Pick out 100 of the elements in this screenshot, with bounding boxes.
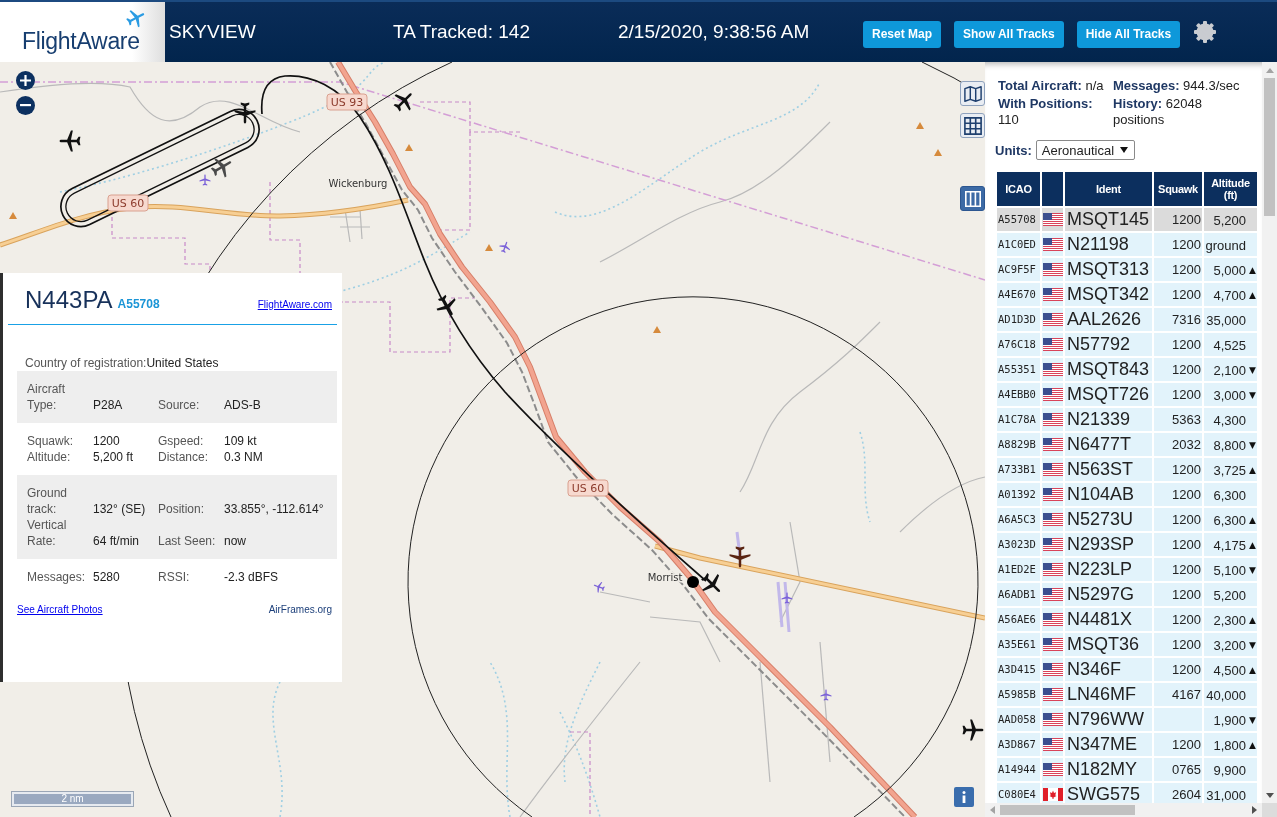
website-link[interactable]: FlightAware.com	[257, 299, 332, 310]
logo[interactable]: FlightAware	[0, 2, 165, 62]
table-cell: A76C18	[997, 333, 1040, 356]
table-row[interactable]: A4E670 MSQT342 1200 4,700 ▲	[997, 283, 1257, 306]
field-label: Altitude:	[27, 449, 72, 465]
table-cell: A55708	[997, 208, 1040, 231]
scale-bar: 2 nm	[12, 792, 133, 806]
trend-arrow: ▼	[1248, 366, 1256, 376]
flag-icon	[1042, 363, 1063, 376]
table-row[interactable]: A3023D N293SP 1200 4,175 ▲	[997, 533, 1257, 556]
flag-icon	[1042, 688, 1063, 701]
flag-icon	[1042, 213, 1063, 226]
table-row[interactable]: A3D867 N347ME 1200 1,800 ▲	[997, 733, 1257, 756]
app-title: SKYVIEW	[169, 21, 257, 43]
table-row[interactable]: A55708 MSQT145 1200 5,200	[997, 208, 1257, 231]
table-row[interactable]: A1C78A N21339 5363 4,300	[997, 408, 1257, 431]
road-sign: US 60	[567, 479, 609, 497]
table-cell: 1200	[1154, 633, 1202, 656]
table-row[interactable]: A56AE6 N4481X 1200 2,300 ▲	[997, 608, 1257, 631]
column-header[interactable]: Ident	[1065, 172, 1152, 206]
table-row[interactable]: A76C18 N57792 1200 4,525	[997, 333, 1257, 356]
table-cell: MSQT145	[1065, 208, 1152, 231]
field-value: 5280	[93, 569, 121, 585]
column-header[interactable]: Altitude (ft)	[1204, 172, 1257, 206]
trend-arrow: ▲	[1248, 291, 1256, 301]
table-cell: MSQT313	[1065, 258, 1152, 281]
table-cell: 2032	[1154, 433, 1202, 456]
airplane-icon[interactable]	[59, 130, 81, 152]
table-cell: A35E61	[997, 633, 1040, 656]
table-row[interactable]: A6A5C3 N5273U 1200 6,300 ▲	[997, 508, 1257, 531]
table-cell: 4167	[1154, 683, 1202, 706]
table-row[interactable]: A1ED2E N223LP 1200 5,100 ▼	[997, 558, 1257, 581]
airplane-icon[interactable]	[729, 546, 751, 568]
settings-icon[interactable]	[1193, 20, 1218, 44]
flag-icon	[1042, 638, 1063, 651]
columns-button[interactable]	[960, 186, 985, 211]
scrollbar-thumb[interactable]	[1000, 805, 1135, 815]
airplane-icon[interactable]	[234, 102, 256, 124]
flag-icon	[1042, 488, 1063, 501]
airplane-icon[interactable]	[210, 158, 232, 178]
table-cell: N182MY	[1065, 758, 1152, 781]
airplane-icon[interactable]	[436, 294, 456, 316]
zoom-out-button[interactable]	[16, 96, 35, 115]
horizontal-scrollbar[interactable]	[985, 803, 1262, 817]
trend-arrow: ▲	[1248, 541, 1256, 551]
table-cell: AAD058	[997, 708, 1040, 731]
airplane-icon[interactable]	[701, 573, 721, 593]
table-row[interactable]: A3D415 N346F 1200 4,500 ▲	[997, 658, 1257, 681]
table-cell: N104AB	[1065, 483, 1152, 506]
zoom-in-button[interactable]	[16, 71, 35, 90]
table-row[interactable]: AD1D3D AAL2626 7316 35,000	[997, 308, 1257, 331]
table-row[interactable]: A55351 MSQT843 1200 2,100 ▼	[997, 358, 1257, 381]
scrollbar-thumb[interactable]	[1264, 78, 1275, 216]
flag-icon	[1042, 713, 1063, 726]
table-cell: 1200	[1154, 583, 1202, 606]
table-cell: N57792	[1065, 333, 1152, 356]
table-row[interactable]: A4EBB0 MSQT726 1200 3,000 ▼	[997, 383, 1257, 406]
table-cell: A6A5C3	[997, 508, 1040, 531]
vertical-scrollbar[interactable]	[1262, 62, 1277, 803]
table-cell: A1C0ED	[997, 233, 1040, 256]
trend-arrow: ▲	[1248, 616, 1256, 626]
table-cell: A55351	[997, 358, 1040, 381]
flag-icon	[1042, 763, 1063, 776]
column-header[interactable]: ICAO	[997, 172, 1040, 206]
table-cell: MSQT843	[1065, 358, 1152, 381]
footer-link[interactable]: See Aircraft Photos	[17, 603, 103, 617]
scroll-down-arrow-icon[interactable]	[1265, 793, 1274, 798]
table-row[interactable]: A5985B LN46MF 4167 40,000	[997, 683, 1257, 706]
table-row[interactable]: A01392 N104AB 1200 6,300	[997, 483, 1257, 506]
column-header[interactable]: Squawk	[1154, 172, 1202, 206]
table-cell: N6477T	[1065, 433, 1152, 456]
stat-text: Messages: 944.3/sec	[1113, 78, 1241, 94]
table-row[interactable]: A8829B N6477T 2032 8,800 ▼	[997, 433, 1257, 456]
table-cell: AAL2626	[1065, 308, 1152, 331]
table-row[interactable]: A733B1 N563ST 1200 3,725 ▲	[997, 458, 1257, 481]
road-sign: US 60	[107, 194, 149, 212]
map-layers-button[interactable]	[960, 81, 985, 106]
airplane-icon[interactable]	[393, 93, 412, 112]
table-row[interactable]: AC9F5F MSQT313 1200 5,000 ▲	[997, 258, 1257, 281]
altitude-text: 6,300	[1213, 488, 1246, 504]
grid-button[interactable]	[960, 113, 985, 138]
field-value: now	[224, 533, 247, 549]
scroll-right-arrow-icon[interactable]	[1252, 806, 1257, 814]
footer-link[interactable]: AirFrames.org	[268, 603, 332, 617]
table-cell: 1200	[1154, 383, 1202, 406]
tracked-count: TA Tracked: 142	[393, 21, 531, 43]
altitude-text: 4,175	[1213, 538, 1246, 554]
flag-icon	[1042, 288, 1063, 301]
town-label: Wickenburg	[328, 178, 388, 189]
airplane-icon[interactable]	[962, 719, 984, 741]
table-row[interactable]: A35E61 MSQT36 1200 3,200 ▼	[997, 633, 1257, 656]
table-cell: MSQT342	[1065, 283, 1152, 306]
table-row[interactable]: A14944 N182MY 0765 9,900	[997, 758, 1257, 781]
table-row[interactable]: AAD058 N796WW 1,900 ▼	[997, 708, 1257, 731]
units-dropdown[interactable]: Aeronautical	[1035, 140, 1136, 160]
field-value: P28A	[93, 397, 124, 413]
table-row[interactable]: A1C0ED N21198 1200 ground	[997, 233, 1257, 256]
altitude-text: 8,800	[1213, 438, 1246, 454]
table-row[interactable]: A6ADB1 N5297G 1200 5,200	[997, 583, 1257, 606]
info-button[interactable]	[954, 787, 974, 807]
